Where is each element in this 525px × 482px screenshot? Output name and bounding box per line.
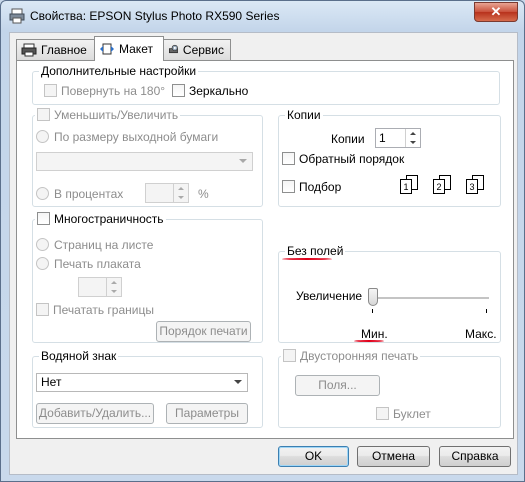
collate-page-icon: 2 — [433, 175, 451, 194]
tab-main[interactable]: Главное — [16, 39, 96, 60]
close-button[interactable]: ✕ — [474, 2, 518, 22]
copies-stepper[interactable]: 1 — [375, 128, 421, 148]
service-icon — [169, 44, 178, 54]
help-button[interactable]: Справка — [439, 446, 511, 467]
slider-min-label: Мин. — [361, 327, 388, 341]
slider-max-label: Макс. — [465, 327, 497, 341]
layout-tab-panel: Дополнительные настройки Повернуть на 18… — [16, 60, 514, 439]
percent-radio[interactable]: В процентах — [36, 187, 123, 201]
ok-button[interactable]: OK — [278, 446, 349, 467]
collate-page-icon: 3 — [466, 175, 484, 194]
arrow-up-icon[interactable] — [174, 184, 188, 193]
print-order-button[interactable]: Порядок печати — [156, 321, 251, 342]
enlargement-label: Увеличение — [296, 289, 363, 303]
chevron-down-icon — [234, 380, 242, 384]
mirror-checkbox[interactable]: Зеркально — [172, 84, 248, 98]
title-bar[interactable]: Свойства: EPSON Stylus Photo RX590 Serie… — [1, 1, 524, 31]
slider-tick — [372, 309, 373, 313]
tab-service-label: Сервис — [182, 43, 224, 57]
watermark-select[interactable]: Нет — [36, 373, 248, 392]
slider-tick — [486, 309, 487, 313]
arrow-down-icon[interactable] — [406, 138, 420, 147]
window-title: Свойства: EPSON Stylus Photo RX590 Serie… — [30, 9, 280, 23]
enlargement-slider-track[interactable] — [368, 297, 489, 300]
borderless-title: Без полей — [285, 244, 346, 258]
tab-main-label: Главное — [41, 43, 87, 57]
duplex-margins-button[interactable]: Поля... — [295, 375, 380, 396]
copies-value: 1 — [379, 131, 386, 145]
tab-layout-label: Макет — [119, 42, 153, 56]
multipage-checkbox[interactable]: Многостраничность — [35, 212, 166, 226]
annotation-underline — [354, 340, 384, 342]
extra-settings-group: Дополнительные настройки Повернуть на 18… — [32, 64, 500, 105]
arrow-down-icon[interactable] — [174, 193, 188, 202]
percent-stepper[interactable] — [145, 183, 189, 203]
duplex-checkbox[interactable]: Двусторонняя печать — [281, 349, 421, 363]
properties-window: Свойства: EPSON Stylus Photo RX590 Serie… — [0, 0, 525, 482]
pages-per-sheet-radio[interactable]: Страниц на листе — [36, 238, 153, 252]
copies-group: Копии Копии 1 Обратный порядок Подбор 1 … — [278, 108, 501, 207]
tab-layout[interactable]: Макет — [94, 36, 164, 61]
print-borders-checkbox[interactable]: Печатать границы — [36, 303, 154, 317]
layout-icon — [100, 43, 114, 55]
copies-label: Копии — [331, 132, 365, 146]
duplex-group: Двусторонняя печать Поля... Буклет — [278, 349, 501, 428]
rotate-180-checkbox[interactable]: Повернуть на 180° — [44, 84, 165, 98]
poster-radio[interactable]: Печать плаката — [36, 257, 141, 271]
enlargement-slider-thumb[interactable] — [368, 288, 378, 306]
arrow-up-icon[interactable] — [107, 278, 121, 287]
reduce-enlarge-checkbox[interactable]: Уменьшить/Увеличить — [35, 108, 181, 122]
watermark-title: Водяной знак — [39, 349, 119, 363]
annotation-underline — [282, 258, 332, 260]
booklet-checkbox[interactable]: Буклет — [376, 407, 431, 421]
extra-settings-title: Дополнительные настройки — [39, 64, 199, 78]
arrow-down-icon[interactable] — [107, 287, 121, 296]
add-remove-watermark-button[interactable]: Добавить/Удалить... — [36, 403, 154, 424]
cancel-button[interactable]: Отмена — [357, 446, 430, 467]
tab-service[interactable]: Сервис — [163, 39, 231, 60]
watermark-value: Нет — [41, 375, 62, 389]
watermark-parameters-button[interactable]: Параметры — [166, 403, 248, 424]
collate-checkbox[interactable]: Подбор — [282, 180, 341, 194]
percent-sign: % — [198, 187, 209, 201]
paper-size-select[interactable] — [36, 152, 253, 171]
reverse-order-checkbox[interactable]: Обратный порядок — [282, 152, 404, 166]
watermark-group: Водяной знак Нет Добавить/Удалить... Пар… — [32, 349, 263, 428]
printer-icon — [21, 43, 37, 57]
collate-page-icon: 1 — [400, 175, 418, 194]
dialog-client: Главное Макет Сервис Дополнительные наст… — [9, 32, 518, 475]
reduce-enlarge-group: Уменьшить/Увеличить По размеру выходной … — [32, 108, 263, 207]
chevron-down-icon — [239, 159, 247, 163]
printer-icon — [9, 8, 25, 24]
copies-title: Копии — [285, 108, 323, 122]
arrow-up-icon[interactable] — [406, 129, 420, 138]
multipage-group: Многостраничность Страниц на листе Печат… — [32, 212, 263, 343]
borderless-group: Без полей Увеличение Мин. Макс. — [278, 244, 501, 343]
poster-stepper[interactable] — [78, 277, 122, 297]
fit-page-radio[interactable]: По размеру выходной бумаги — [36, 130, 218, 144]
